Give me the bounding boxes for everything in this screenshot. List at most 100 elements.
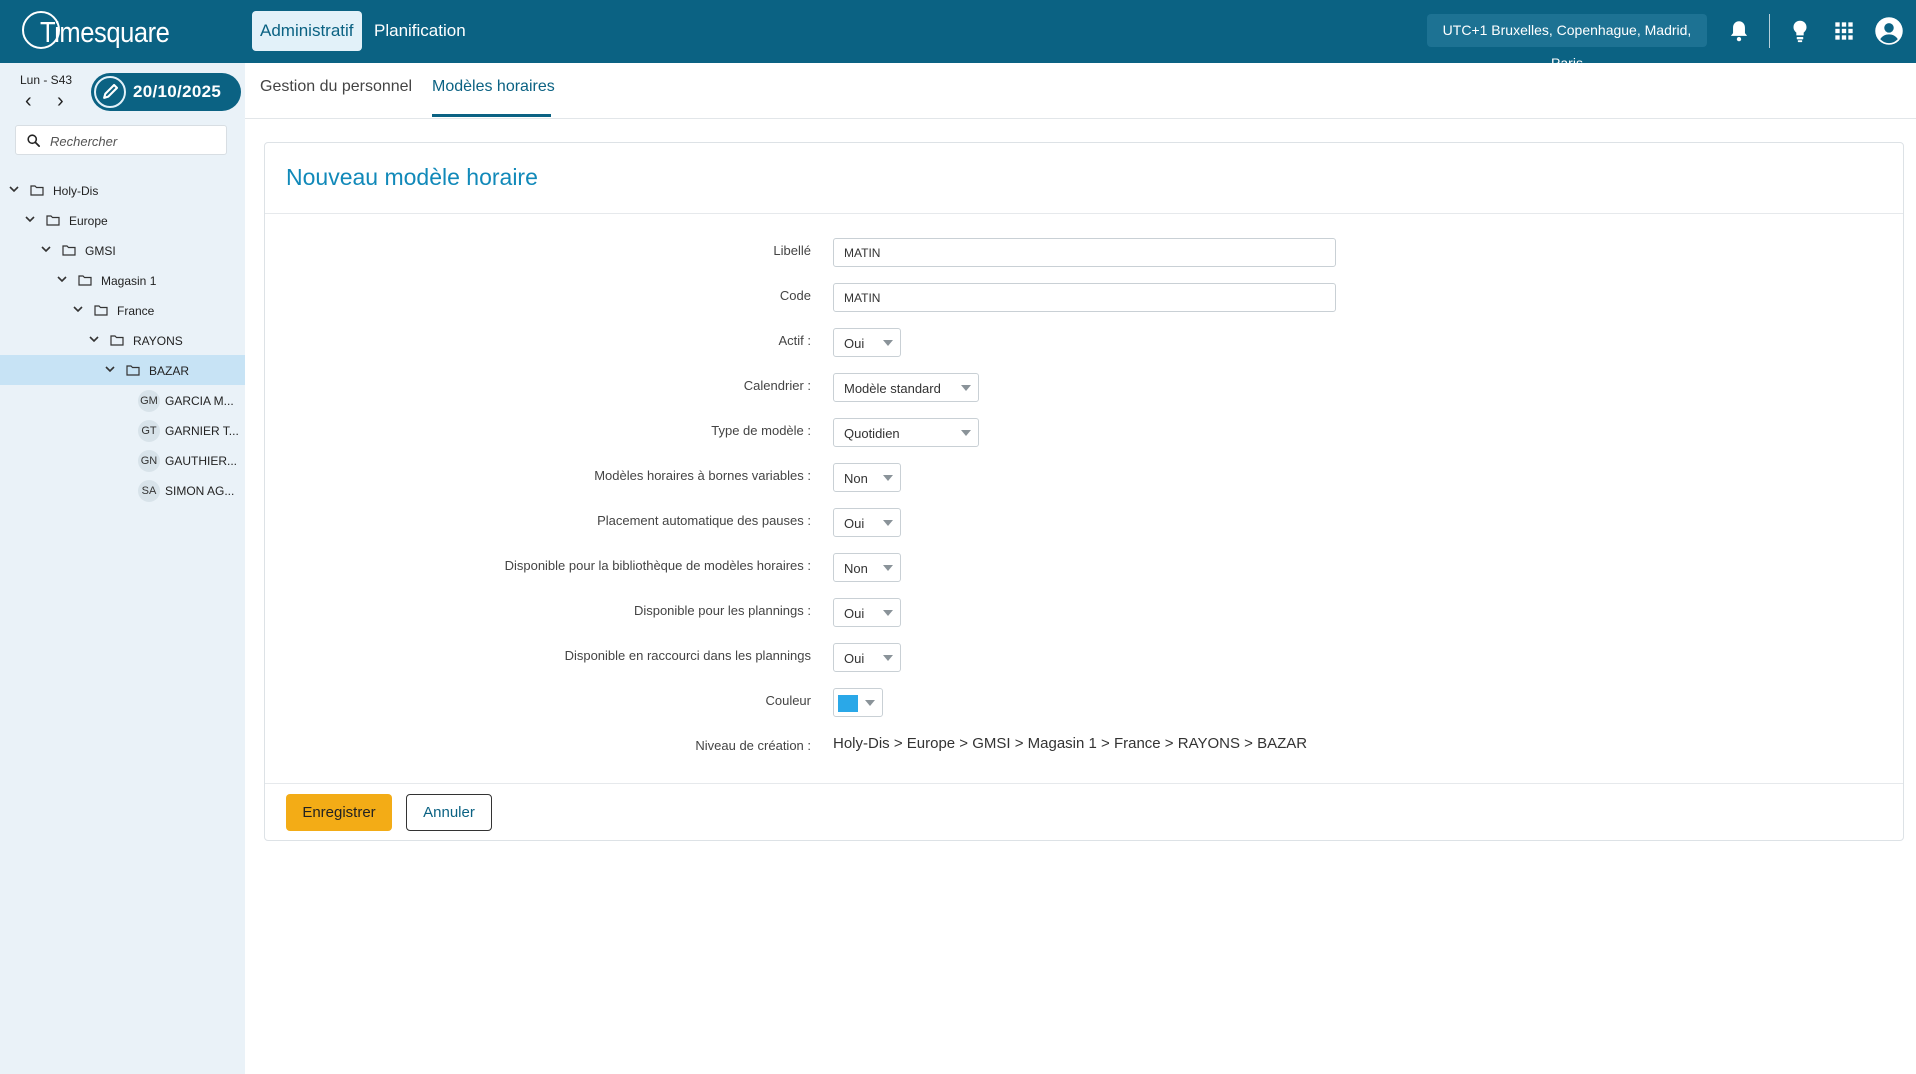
timezone-selector[interactable]: UTC+1 Bruxelles, Copenhague, Madrid, Par… [1427,14,1707,71]
chevron-down-icon[interactable] [104,363,116,375]
bibliotheque-label: Disponible pour la bibliothèque de modèl… [504,558,811,573]
folder-icon [126,365,140,376]
raccourci-label: Disponible en raccourci dans les plannin… [564,648,811,663]
search-input[interactable]: Rechercher [15,125,227,155]
tree-node-label: Europe [69,214,108,228]
actif-select[interactable]: Oui [833,328,901,357]
calendrier-value: Modèle standard [844,381,941,396]
user-account-icon[interactable] [1874,16,1904,46]
placement-pauses-select[interactable]: Oui [833,508,901,537]
libelle-input[interactable]: MATIN [833,238,1336,267]
dropdown-arrow-icon [883,655,893,661]
dropdown-arrow-icon [883,610,893,616]
tree-node-label: BAZAR [149,364,190,378]
tree-employee[interactable]: GT GARNIER T... [0,415,245,445]
top-bar: Timesquare Administratif Planification U… [0,0,1916,71]
dropdown-arrow-icon [883,475,893,481]
form-card: Nouveau modèle horaire Libellé MATIN Cod… [264,142,1904,841]
bell-icon[interactable] [1726,18,1752,44]
chevron-down-icon[interactable] [8,183,20,195]
couleur-picker[interactable] [833,688,883,717]
nav-planification[interactable]: Planification [366,11,474,51]
date-picker-button[interactable]: 20/10/2025 [91,73,241,111]
chevron-down-icon[interactable] [24,213,36,225]
tree-employee[interactable]: SA SIMON AG... [0,475,245,505]
lightbulb-icon[interactable] [1787,18,1813,44]
employee-avatar: GM [138,390,160,412]
cancel-button[interactable]: Annuler [406,794,492,831]
folder-icon [94,305,108,316]
tree-node-label: RAYONS [133,334,183,348]
current-date: 20/10/2025 [133,82,222,101]
niveau-creation-path: Holy-Dis > Europe > GMSI > Magasin 1 > F… [833,735,1308,752]
bibliotheque-select[interactable]: Non [833,553,901,582]
tree-employee[interactable]: GM GARCIA M... [0,385,245,415]
folder-icon [110,335,124,346]
search-icon [27,134,40,147]
employee-name: GARNIER T... [165,424,239,438]
bornes-variables-label: Modèles horaires à bornes variables : [594,468,811,483]
page-title: Nouveau modèle horaire [286,164,538,190]
tree-node-magasin-1[interactable]: Magasin 1 [0,265,245,295]
pencil-icon [94,76,126,108]
tab-gestion-du-personnel[interactable]: Gestion du personnel [260,78,412,96]
tree-node-europe[interactable]: Europe [0,205,245,235]
tree-node-holy-dis[interactable]: Holy-Dis [0,175,245,205]
save-button[interactable]: Enregistrer [286,794,392,831]
type-modele-select[interactable]: Quotidien [833,418,979,447]
tree-node-rayons[interactable]: RAYONS [0,325,245,355]
raccourci-value: Oui [844,651,865,666]
tree-node-bazar[interactable]: BAZAR [0,355,245,385]
bornes-variables-select[interactable]: Non [833,463,901,492]
next-day-button[interactable]: › [57,91,64,111]
actif-value: Oui [844,336,865,351]
card-header-divider [265,213,1903,214]
logo-text: Timesquare [40,17,170,49]
chevron-down-icon[interactable] [56,273,68,285]
active-tab-indicator [432,114,551,117]
employee-name: SIMON AG... [165,484,235,498]
dropdown-arrow-icon [883,565,893,571]
tree-node-france[interactable]: France [0,295,245,325]
employee-name: GARCIA M... [165,394,234,408]
dropdown-arrow-icon [883,340,893,346]
tree-employee[interactable]: GN GAUTHIER... [0,445,245,475]
tree-node-gmsi[interactable]: GMSI [0,235,245,265]
plannings-value: Oui [844,606,865,621]
chevron-down-icon[interactable] [72,303,84,315]
bornes-variables-value: Non [844,471,868,486]
timesquare-logo[interactable]: Timesquare [22,11,170,53]
apps-grid-icon[interactable] [1831,18,1857,44]
dropdown-arrow-icon [865,700,875,706]
dropdown-arrow-icon [883,520,893,526]
employee-name: GAUTHIER... [165,454,238,468]
placement-pauses-label: Placement automatique des pauses : [597,513,811,528]
tree-node-label: France [117,304,155,318]
raccourci-select[interactable]: Oui [833,643,901,672]
bibliotheque-value: Non [844,561,868,576]
previous-day-button[interactable]: ‹ [25,91,32,111]
folder-icon [78,275,92,286]
card-footer-divider [265,783,1903,784]
calendrier-label: Calendrier : [743,378,811,393]
libelle-label: Libellé [773,243,811,258]
search-placeholder: Rechercher [50,134,118,149]
tree-node-label: Holy-Dis [53,184,99,198]
folder-icon [62,245,76,256]
type-modele-value: Quotidien [844,426,900,441]
chevron-down-icon[interactable] [40,243,52,255]
actif-label: Actif : [778,333,811,348]
code-input[interactable]: MATIN [833,283,1336,312]
calendrier-select[interactable]: Modèle standard [833,373,979,402]
folder-icon [30,185,44,196]
plannings-label: Disponible pour les plannings : [633,603,811,618]
tab-modeles-horaires[interactable]: Modèles horaires [432,78,555,96]
plannings-select[interactable]: Oui [833,598,901,627]
tree-node-label: GMSI [85,244,116,258]
dropdown-arrow-icon [961,385,971,391]
tabs-divider [245,118,1916,119]
niveau-creation-label: Niveau de création : [695,738,811,753]
chevron-down-icon[interactable] [88,333,100,345]
sidebar: Lun - S43 ‹ › 20/10/2025 Rechercher Holy… [0,63,245,1074]
nav-administratif[interactable]: Administratif [252,11,362,51]
